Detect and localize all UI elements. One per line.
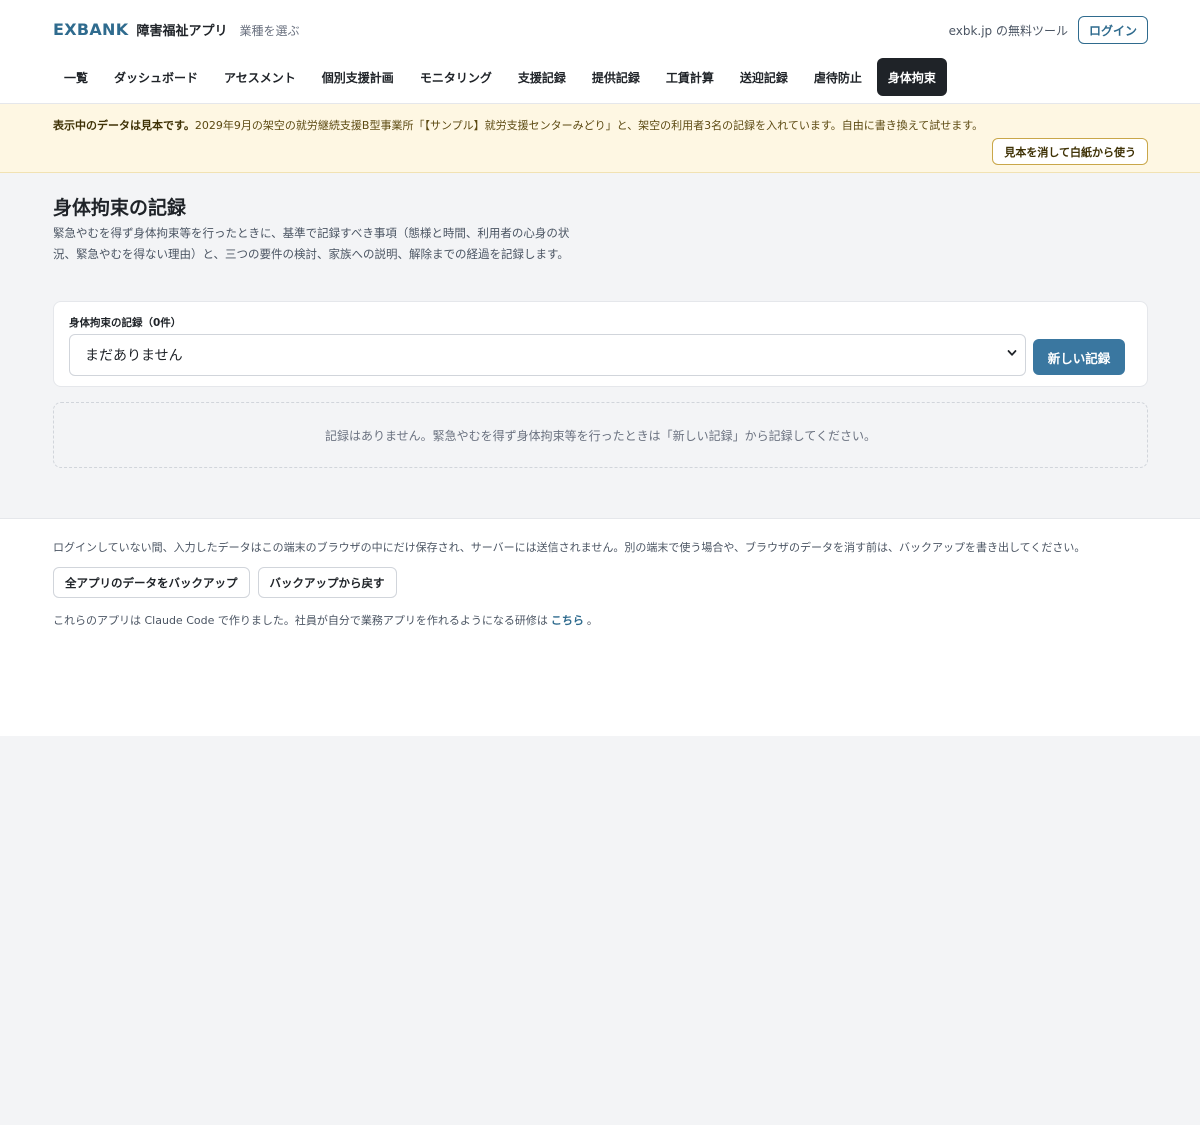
tab-physical-restraint[interactable]: 身体拘束 (876, 58, 947, 96)
credit-text: これらのアプリは Claude Code で作りました。社員が自分で業務アプリを… (53, 612, 598, 628)
notice-text: 表示中のデータは見本です。2029年9月の架空の就労継続支援B型事業所「【サンプ… (53, 117, 983, 133)
tab-monitoring[interactable]: モニタリング (409, 58, 503, 96)
tab-service-records[interactable]: 提供記録 (581, 58, 651, 96)
local-storage-note: ログインしていない間、入力したデータはこの端末のブラウザの中にだけ保存され、サー… (53, 541, 1086, 554)
brand: EXBANK 障害福祉アプリ 業種を選ぶ (53, 20, 299, 39)
free-tools-link[interactable]: exbk.jp の無料ツール (949, 22, 1068, 39)
notice-strong: 表示中のデータは見本です。 (53, 119, 195, 132)
notice-body: 2029年9月の架空の就労継続支援B型事業所「【サンプル】就労支援センターみどり… (194, 119, 984, 132)
empty-state: 記録はありません。緊急やむを得ず身体拘束等を行ったときは「新しい記録」から記録し… (53, 402, 1148, 468)
tab-assessment[interactable]: アセスメント (213, 58, 307, 96)
backup-actions: 全アプリのデータをバックアップ バックアップから戻す (53, 567, 397, 598)
empty-state-message: 記録はありません。緊急やむを得ず身体拘束等を行ったときは「新しい記録」から記録し… (325, 428, 876, 443)
tab-dashboard[interactable]: ダッシュボード (103, 58, 209, 96)
tab-transport-records[interactable]: 送迎記録 (729, 58, 799, 96)
main-content: 身体拘束の記録 緊急やむを得ず身体拘束等を行ったときに、基準で記録すべき事項（態… (0, 173, 1200, 518)
app-header: EXBANK 障害福祉アプリ 業種を選ぶ exbk.jp の無料ツール ログイン… (0, 0, 1200, 104)
tab-abuse-prevention[interactable]: 虐待防止 (803, 58, 873, 96)
app-name[interactable]: 障害福祉アプリ (136, 20, 227, 39)
sample-data-notice: 表示中のデータは見本です。2029年9月の架空の就労継続支援B型事業所「【サンプ… (0, 104, 1200, 173)
exbank-logo[interactable]: EXBANK (53, 20, 128, 39)
login-button[interactable]: ログイン (1077, 16, 1148, 44)
record-select-value: まだありません (85, 348, 183, 364)
backup-all-button[interactable]: 全アプリのデータをバックアップ (53, 567, 250, 598)
page-description: 緊急やむを得ず身体拘束等を行ったときに、基準で記録すべき事項（態様と時間、利用者… (53, 226, 570, 261)
main-nav: 一覧 ダッシュボード アセスメント 個別支援計画 モニタリング 支援記録 提供記… (53, 58, 947, 96)
tab-list[interactable]: 一覧 (53, 58, 99, 96)
record-count-label: 身体拘束の記録（0件） (69, 317, 182, 329)
header-actions: exbk.jp の無料ツール ログイン (949, 16, 1148, 44)
choose-industry-link[interactable]: 業種を選ぶ (239, 22, 299, 39)
tab-wage-calculation[interactable]: 工賃計算 (655, 58, 725, 96)
credit-prefix: これらのアプリは Claude Code で作りました。社員が自分で業務アプリを… (53, 614, 548, 627)
new-record-button[interactable]: 新しい記録 (1033, 339, 1125, 375)
clear-sample-button[interactable]: 見本を消して白紙から使う (992, 138, 1148, 165)
restore-backup-button[interactable]: バックアップから戻す (257, 567, 397, 598)
tab-support-plan[interactable]: 個別支援計画 (311, 58, 405, 96)
training-link[interactable]: こちら (551, 614, 584, 627)
chevron-down-icon (1007, 350, 1017, 356)
credit-suffix: 。 (586, 614, 598, 627)
page-title: 身体拘束の記録 (53, 197, 187, 219)
tab-support-records[interactable]: 支援記録 (507, 58, 577, 96)
footer: ログインしていない間、入力したデータはこの端末のブラウザの中にだけ保存され、サー… (0, 518, 1200, 736)
record-select[interactable]: まだありません (69, 334, 1026, 376)
record-selector-card: 身体拘束の記録（0件） まだありません 新しい記録 (53, 301, 1148, 387)
